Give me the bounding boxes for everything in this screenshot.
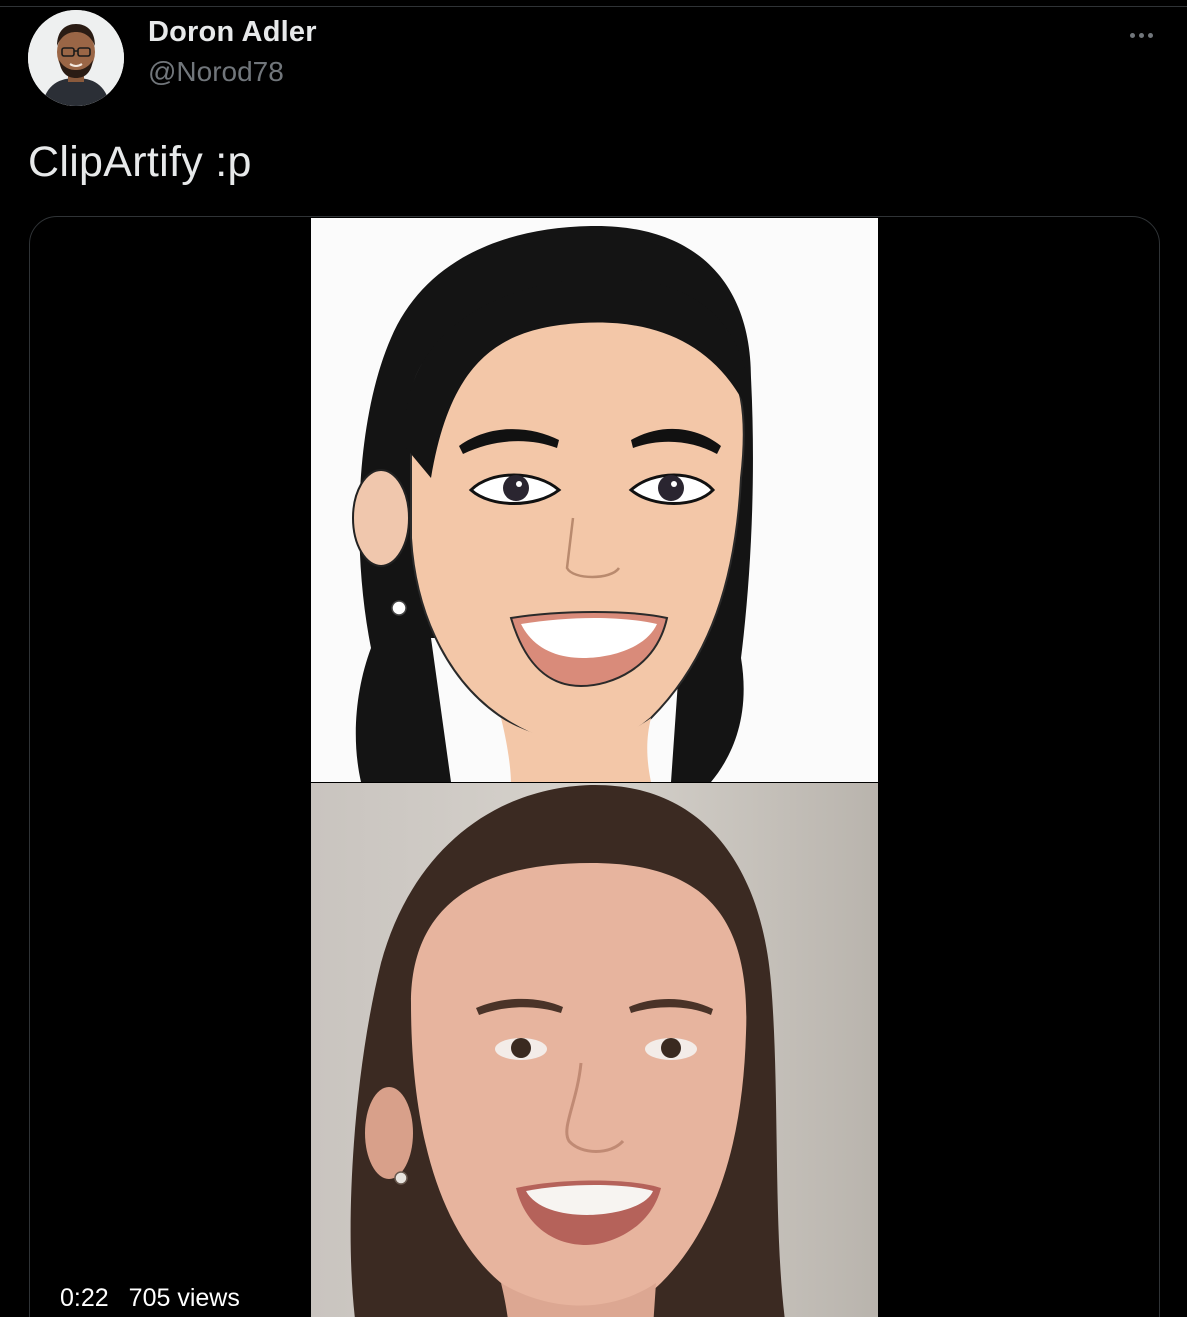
cartoon-face-image <box>311 218 878 782</box>
tweet-text: ClipArtify :p <box>28 138 252 186</box>
author-display-name[interactable]: Doron Adler <box>148 16 317 49</box>
more-options-button[interactable] <box>1120 18 1162 52</box>
ellipsis-icon <box>1138 32 1144 38</box>
photo-face-illustration <box>311 783 878 1317</box>
video-player[interactable] <box>29 216 1160 1317</box>
avatar-photo-icon <box>28 10 124 106</box>
ellipsis-icon <box>1129 32 1135 38</box>
tweet-page: Doron Adler @Norod78 ClipArtify :p 0:22 … <box>0 0 1187 1317</box>
video-meta-overlay: 0:22 705 views <box>60 1284 240 1313</box>
video-frame[interactable] <box>311 218 878 1317</box>
author-handle[interactable]: @Norod78 <box>148 56 284 88</box>
top-divider <box>0 6 1187 7</box>
original-face-photo <box>311 783 878 1317</box>
video-view-count: 705 views <box>128 1284 240 1312</box>
ellipsis-icon <box>1147 32 1153 38</box>
author-avatar[interactable] <box>28 10 124 106</box>
video-duration: 0:22 <box>60 1284 109 1312</box>
cartoon-face-illustration <box>311 218 878 782</box>
